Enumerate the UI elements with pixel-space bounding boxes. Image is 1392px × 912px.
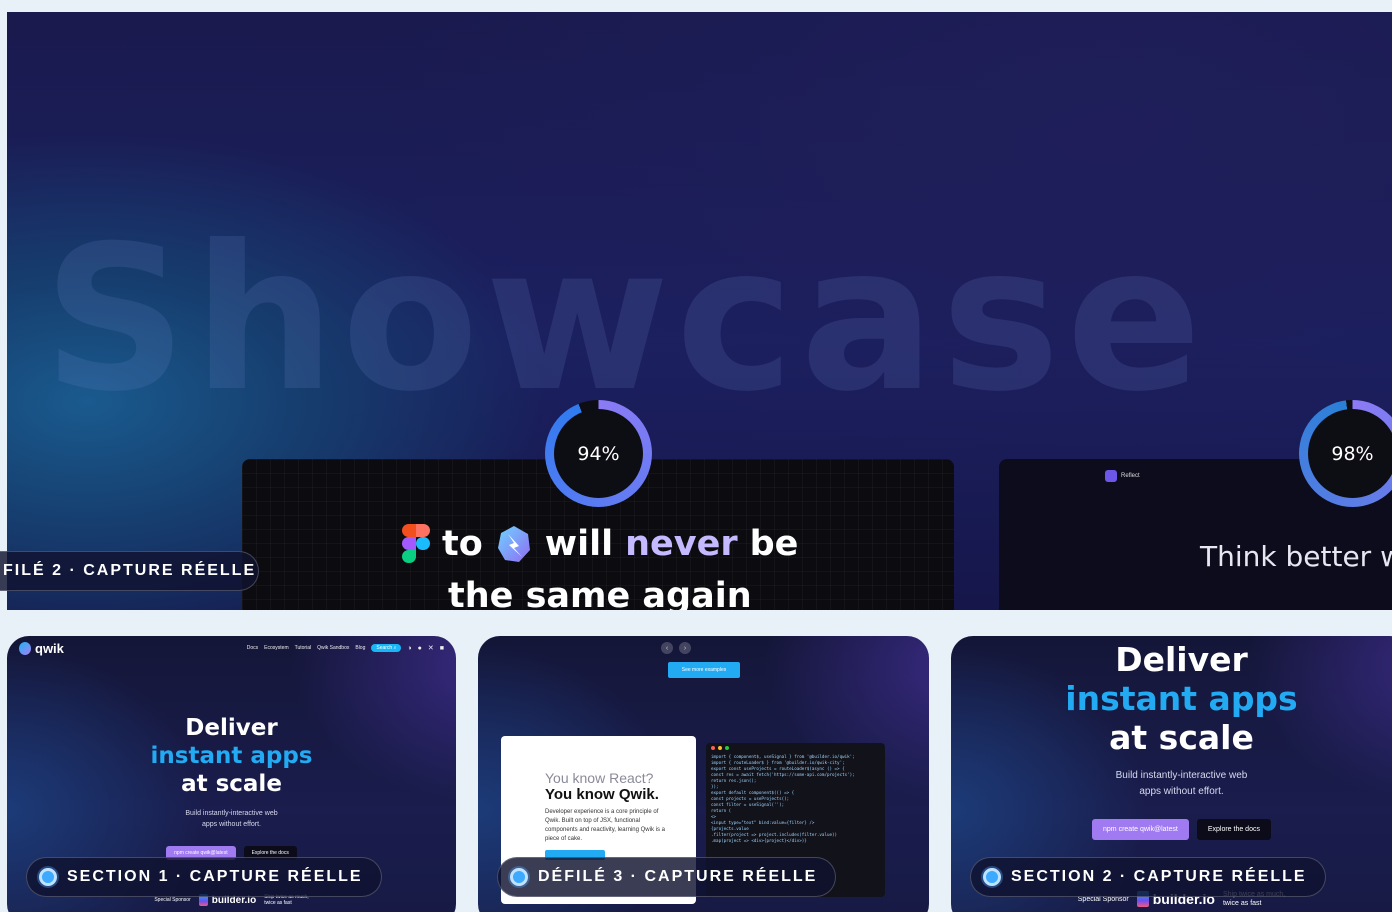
search-button[interactable]: Search ⌕ [371, 644, 402, 652]
code-line: .map(project => <div>{project}</div>)} [711, 838, 807, 843]
hero-subtitle: Build instantly-interactive web apps wit… [7, 808, 456, 830]
hero-subtitle: Build instantly-interactive web apps wit… [951, 768, 1392, 800]
capture-badge: DÉFILÉ 3 · CAPTURE RÉELLE [497, 857, 837, 897]
showcase-headline: to will never be the same again [402, 518, 822, 610]
score-value: 94% [554, 409, 643, 498]
maximize-dot-icon [725, 746, 729, 750]
hero-headline: Deliver instant apps at scale [7, 714, 456, 798]
headline-line-1: Deliver [1115, 640, 1248, 679]
hero-showcase-panel: Showcase Reflect 94% 98% to will never b… [7, 12, 1392, 610]
minimize-dot-icon [718, 746, 722, 750]
lighthouse-score-ring: 94% [545, 400, 652, 507]
npm-create-button[interactable]: npm create qwik@latest [1092, 819, 1189, 840]
nav-link-docs[interactable]: Docs [247, 645, 258, 651]
figma-icon [402, 524, 430, 564]
dx-paragraph: Developer experience is a core principle… [545, 809, 665, 842]
nav-link-ecosystem[interactable]: Ecosystem [264, 645, 288, 651]
qwik-brand[interactable]: qwik [19, 641, 64, 656]
headline-line-2: the same again [448, 576, 752, 610]
qwik-logo-icon [497, 526, 530, 562]
close-dot-icon [711, 746, 715, 750]
qwik-answer: You know Qwik. [545, 786, 659, 803]
nav-link-sandbox[interactable]: Qwik Sandbox [317, 645, 349, 651]
sponsor-tagline-2: twice as fast [1222, 900, 1262, 907]
nav-link-blog[interactable]: Blog [355, 645, 365, 651]
headline-line-3: at scale [181, 771, 282, 797]
github-icon[interactable]: ● [418, 645, 422, 652]
chevron-right-icon[interactable]: › [679, 642, 691, 654]
x-icon[interactable]: ✕ [428, 644, 434, 652]
status-dot-icon [510, 868, 528, 886]
chevron-left-icon[interactable]: ‹ [661, 642, 673, 654]
subtitle-line-1: Build instantly-interactive web [1115, 770, 1248, 781]
reflect-logo-icon [1105, 470, 1117, 482]
search-label: Search [376, 645, 393, 651]
capture-badge-label: SECTION 1 · CAPTURE RÉELLE [67, 868, 363, 885]
react-question: You know React? [545, 770, 654, 786]
window-controls [711, 746, 880, 750]
capture-badge-label: SECTION 2 · CAPTURE RÉELLE [1011, 868, 1307, 885]
search-icon: ⌕ [393, 645, 397, 651]
headline-line-2: instant apps [150, 743, 313, 769]
capture-badge: FILÉ 2 · CAPTURE RÉELLE [0, 551, 259, 591]
headline-word-never: never [625, 524, 738, 564]
brand-name: qwik [35, 640, 64, 656]
page: Showcase Reflect 94% 98% to will never b… [0, 0, 1392, 912]
reflect-app-label: Reflect [1105, 470, 1140, 482]
sponsor-label: Special Sponsor [154, 897, 191, 903]
capture-badge-label: FILÉ 2 · CAPTURE RÉELLE [3, 562, 257, 579]
explore-docs-button[interactable]: Explore the docs [1196, 819, 1271, 840]
headline-line-1: Deliver [185, 715, 278, 741]
nav-links: Docs Ecosystem Tutorial Qwik Sandbox Blo… [247, 644, 444, 652]
headline-word-to: to [442, 524, 483, 564]
subtitle-line-2: apps without effort. [201, 821, 262, 828]
reflect-card-headline: Think better wit [1200, 540, 1392, 573]
hero-headline: Deliver instant apps at scale [951, 640, 1392, 757]
hero-cta-row: npm create qwik@latest Explore the docs [951, 819, 1392, 840]
theme-icon[interactable]: ◑ [407, 645, 411, 652]
capture-badge: SECTION 2 · CAPTURE RÉELLE [970, 857, 1326, 897]
qwik-logo-icon [19, 641, 31, 655]
subtitle-line-2: apps without effort. [1139, 786, 1224, 797]
discord-icon[interactable]: ■ [440, 645, 444, 652]
capture-badge-label: DÉFILÉ 3 · CAPTURE RÉELLE [538, 868, 818, 885]
headline-line-3: at scale [1109, 718, 1254, 757]
nav-link-tutorial[interactable]: Tutorial [295, 645, 312, 651]
see-more-examples-button[interactable]: See more examples [668, 662, 740, 678]
site-navbar: qwik Docs Ecosystem Tutorial Qwik Sandbo… [7, 636, 456, 660]
status-dot-icon [983, 868, 1001, 886]
reflect-app-name: Reflect [1121, 473, 1140, 479]
headline-word-be: be [749, 524, 799, 564]
subtitle-line-1: Build instantly-interactive web [185, 810, 278, 817]
carousel-arrows: ‹ › [661, 642, 691, 654]
score-value: 98% [1308, 409, 1392, 498]
status-dot-icon [39, 868, 57, 886]
headline-word-will: will [544, 524, 614, 564]
showcase-watermark: Showcase [43, 203, 1208, 436]
capture-badge: SECTION 1 · CAPTURE RÉELLE [26, 857, 382, 897]
sponsor-tagline-2: twice as fast [264, 900, 292, 906]
headline-line-2: instant apps [1065, 679, 1298, 718]
